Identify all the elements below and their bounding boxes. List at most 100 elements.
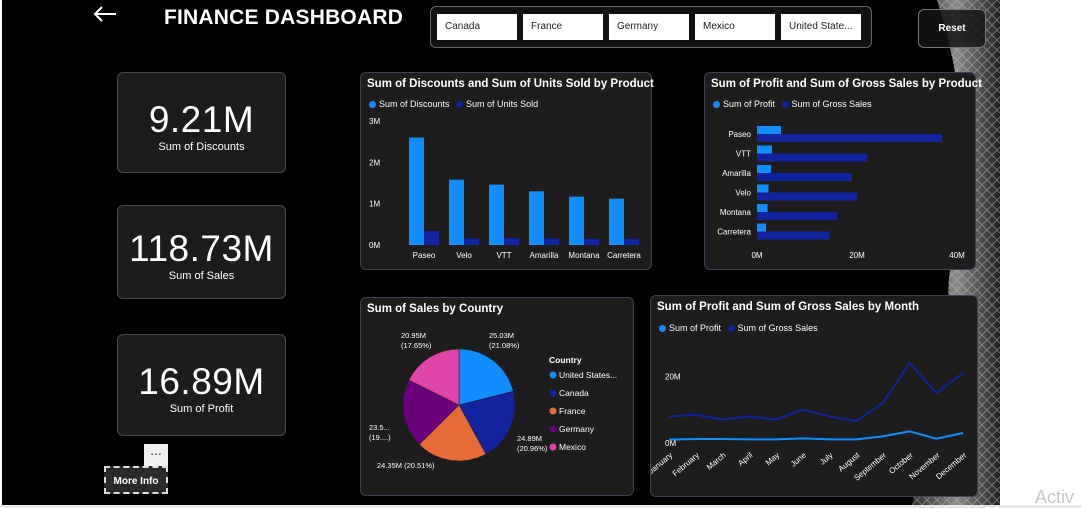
y-tick-label: 3M (369, 117, 380, 126)
legend-swatch-icon (549, 443, 557, 451)
bar-units-sold (584, 238, 599, 245)
profit-gross-sales-by-month-chart[interactable]: Sum of Profit and Sum of Gross Sales by … (650, 295, 978, 497)
bar-profit (757, 184, 769, 193)
bar-units-sold (504, 237, 519, 245)
bar-gross-sales (757, 192, 857, 201)
bar-profit (757, 165, 771, 173)
legend-item: Mexico (559, 442, 586, 452)
x-tick-label: July (818, 451, 835, 467)
y-tick-label: Amarilla (722, 169, 751, 178)
bar-gross-sales (757, 134, 942, 142)
x-tick-label: Paseo (413, 251, 436, 260)
bar-units-sold (624, 238, 639, 245)
x-tick-label: Amarilla (530, 251, 559, 260)
x-tick-label: VTT (496, 251, 511, 260)
data-label: (21.08%) (489, 341, 520, 350)
dashboard-canvas: FINANCE DASHBOARD Canada France Germany … (2, 0, 1002, 505)
y-tick-label: Velo (735, 189, 751, 198)
profit-value: 16.89M (138, 361, 265, 402)
x-tick-label: March (705, 451, 728, 472)
slicer-item-france[interactable]: France (523, 14, 603, 40)
profit-card: 16.89M Sum of Profit (117, 334, 286, 436)
more-options-button[interactable]: ... (144, 443, 168, 466)
y-tick-label: 20M (665, 372, 681, 381)
bar-discounts (449, 179, 464, 245)
y-tick-label: Paseo (728, 130, 751, 139)
series-line (668, 361, 964, 423)
slicer-item-united-states[interactable]: United State... (781, 14, 861, 40)
sales-value: 118.73M (129, 228, 274, 269)
y-tick-label: Carretera (717, 228, 751, 237)
sales-label: Sum of Sales (168, 270, 235, 282)
legend-item: France (559, 406, 586, 416)
bar-units-sold (424, 230, 439, 245)
bar-profit (757, 204, 768, 212)
legend-item: Germany (559, 424, 595, 434)
x-tick-label: February (671, 451, 701, 478)
legend-swatch-icon (549, 389, 557, 397)
legend-item: United States... (559, 370, 617, 380)
bar-units-sold (544, 238, 559, 245)
profit-label: Sum of Profit (169, 403, 234, 415)
x-tick-label: April (736, 451, 754, 468)
data-label: 25.03M (489, 331, 514, 340)
slicer-item-mexico[interactable]: Mexico (695, 14, 775, 40)
sales-by-country-chart[interactable]: Sum of Sales by Country 25.03M (21.08%) 24… (360, 297, 634, 496)
bar-discounts (529, 191, 544, 245)
x-tick-label: 40M (949, 251, 965, 260)
data-label: 23.5... (369, 423, 390, 432)
legend-title: Country (549, 355, 582, 365)
data-label: (20.96%) (517, 444, 548, 453)
y-tick-label: 0M (369, 241, 380, 250)
page-title: FINANCE DASHBOARD (164, 6, 404, 29)
line-chart-svg: 0M20MJanuaryFebruary March April May June Jul… (651, 361, 969, 483)
bar-gross-sales (757, 173, 852, 181)
bar-gross-sales (757, 231, 830, 240)
bar-gross-sales (757, 212, 837, 220)
data-label: (17.65%) (401, 341, 432, 350)
profit-gross-sales-by-product-chart[interactable]: Sum of Profit and Sum of Gross Sales by … (704, 72, 982, 270)
country-slicer: Canada France Germany Mexico United Stat… (430, 6, 872, 48)
x-tick-label: 20M (849, 251, 865, 260)
y-tick-label: VTT (736, 150, 751, 159)
bar-discounts (569, 196, 584, 245)
data-label: (19....) (369, 433, 391, 442)
bar-gross-sales (757, 153, 867, 162)
x-tick-label: June (789, 450, 808, 468)
right-margin (1000, 0, 1081, 508)
bar-profit (757, 126, 781, 134)
back-arrow-icon[interactable] (92, 6, 118, 22)
bar-discounts (609, 198, 624, 245)
slicer-item-canada[interactable]: Canada (437, 14, 517, 40)
discounts-units-by-product-chart[interactable]: Sum of Discounts and Sum of Units Sold b… (360, 72, 654, 270)
bar-discounts (489, 184, 504, 245)
discounts-card: 9.21M Sum of Discounts (117, 72, 286, 173)
slicer-item-germany[interactable]: Germany (609, 14, 689, 40)
data-label: 24.89M (517, 434, 542, 443)
y-tick-label: 1M (369, 200, 380, 209)
x-tick-label: 0M (751, 251, 762, 260)
y-tick-label: Montana (720, 208, 752, 217)
legend-swatch-icon (549, 407, 557, 415)
data-label: 20.95M (401, 331, 426, 340)
x-tick-label: Carretera (607, 251, 641, 260)
pie-chart-svg: 25.03M(21.08%) 24.89M(20.96%) 24.35M (20.5… (369, 331, 617, 470)
discounts-value: 9.21M (148, 99, 255, 140)
data-label: 24.35M (20.51%) (377, 461, 435, 470)
legend-item: Canada (559, 388, 589, 398)
x-tick-label: Montana (568, 251, 600, 260)
sales-card: 118.73M Sum of Sales (117, 205, 286, 299)
more-info-button[interactable]: More Info (104, 466, 168, 494)
x-tick-label: Velo (456, 251, 472, 260)
hbar-chart-svg: Paseo VTT Amarilla Velo Montana Carretera 0M 20… (717, 126, 965, 260)
series-line (668, 430, 964, 441)
reset-button[interactable]: Reset (918, 9, 986, 48)
bar-profit (757, 223, 766, 232)
bar-profit (757, 145, 772, 154)
y-tick-label: 2M (369, 158, 380, 167)
discounts-label: Sum of Discounts (158, 141, 245, 153)
legend-swatch-icon (549, 425, 557, 433)
bar-discounts (409, 137, 424, 245)
x-tick-label: May (764, 451, 781, 468)
bar-chart-svg: 0M 1M 2M 3M Paseo Velo VTT Amarilla Montana Carre… (369, 117, 641, 260)
